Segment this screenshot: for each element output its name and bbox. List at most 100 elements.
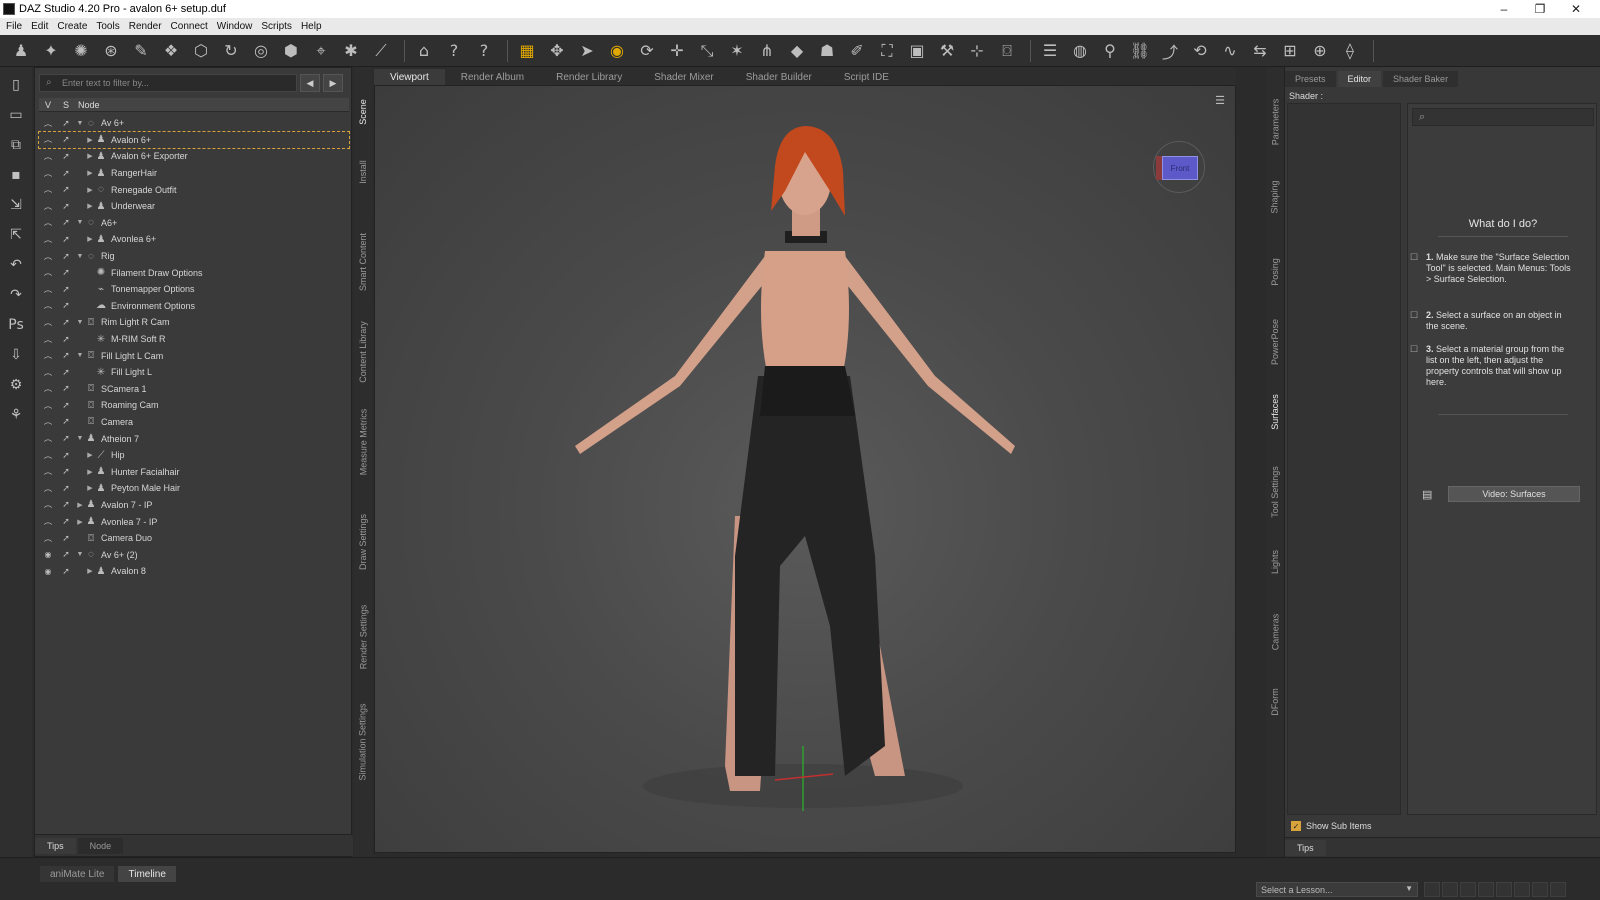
redo-icon[interactable]: ↷ — [4, 283, 28, 307]
node-icon[interactable]: ⋔ — [754, 38, 780, 64]
eye-closed-icon[interactable]: ︵ — [41, 433, 55, 444]
expand-down-icon[interactable]: ▼ — [76, 435, 84, 442]
scene-node-row[interactable]: ︵ ➚ ⌁ Tonemapper Options — [39, 281, 349, 298]
tab-node[interactable]: Node — [77, 837, 124, 854]
nav-forward-button[interactable]: ▶ — [323, 74, 343, 92]
lesson-step-button[interactable] — [1550, 882, 1566, 897]
joint-toggle-icon[interactable]: ⟠ — [1337, 38, 1363, 64]
tab-render-library[interactable]: Render Library — [540, 69, 638, 85]
scene-node-row[interactable]: ︵ ➚ ☁ Environment Options — [39, 298, 349, 315]
scale-icon[interactable]: ⤡ — [694, 38, 720, 64]
menu-connect[interactable]: Connect — [171, 21, 208, 32]
selectable-arrow-icon[interactable]: ➚ — [58, 334, 74, 345]
expand-right-icon[interactable]: ▶ — [86, 186, 94, 194]
tab-timeline[interactable]: Timeline — [118, 866, 176, 882]
open-icon[interactable]: ▭ — [4, 103, 28, 127]
scene-node-row[interactable]: ︵ ➚ ▶ ⟋ Hip — [39, 447, 349, 464]
expand-right-icon[interactable]: ▶ — [86, 202, 94, 210]
home-icon[interactable]: ⌂ — [411, 38, 437, 64]
scene-node-row[interactable]: ︵ ➚ ✺ Filament Draw Options — [39, 264, 349, 281]
scene-filter-input[interactable]: ⌕ Enter text to filter by... — [39, 74, 297, 92]
eye-closed-icon[interactable]: ︵ — [41, 383, 55, 394]
joint-icon[interactable]: ✦ — [38, 38, 64, 64]
scene-node-row[interactable]: ︵ ➚ ▶ ♟ Peyton Male Hair — [39, 480, 349, 497]
eye-closed-icon[interactable]: ︵ — [41, 466, 55, 477]
menu-edit[interactable]: Edit — [31, 21, 48, 32]
selectable-arrow-icon[interactable]: ➚ — [58, 134, 74, 145]
selectable-column-header[interactable]: S — [58, 100, 74, 110]
expand-down-icon[interactable]: ▼ — [76, 551, 84, 558]
photoshop-icon[interactable]: Ps — [4, 313, 28, 337]
align-icon[interactable]: ☰ — [1037, 38, 1063, 64]
eye-closed-icon[interactable]: ︵ — [41, 300, 55, 311]
joint-editor-icon[interactable]: ✶ — [724, 38, 750, 64]
groups-icon[interactable]: ⛶ — [874, 38, 900, 64]
vtab-render-settings[interactable]: Render Settings — [354, 592, 372, 682]
lasso-icon[interactable]: ∿ — [1217, 38, 1243, 64]
selectable-arrow-icon[interactable]: ➚ — [58, 151, 74, 162]
expand-down-icon[interactable]: ▼ — [76, 253, 84, 260]
expand-down-icon[interactable]: ▼ — [76, 120, 84, 127]
selectable-arrow-icon[interactable]: ➚ — [58, 383, 74, 394]
eye-closed-icon[interactable]: ︵ — [41, 134, 55, 145]
tab-shader-baker[interactable]: Shader Baker — [1383, 71, 1459, 87]
surface-list[interactable] — [1287, 103, 1401, 815]
whats-this-icon[interactable]: ? — [441, 38, 467, 64]
expand-right-icon[interactable]: ▶ — [86, 152, 94, 160]
eye-closed-icon[interactable]: ︵ — [41, 533, 55, 544]
selectable-arrow-icon[interactable]: ➚ — [58, 284, 74, 295]
menu-help[interactable]: Help — [301, 21, 322, 32]
close-button[interactable]: ✕ — [1558, 2, 1594, 16]
tab-tips[interactable]: Tips — [1285, 839, 1326, 856]
lesson-select[interactable]: Select a Lesson... ▼ — [1256, 882, 1418, 897]
scene-node-row[interactable]: ︵ ➚ ✳ M-RIM Soft R — [39, 331, 349, 348]
selectable-arrow-icon[interactable]: ➚ — [58, 300, 74, 311]
eye-closed-icon[interactable]: ︵ — [41, 317, 55, 328]
universal-icon[interactable]: ✥ — [544, 38, 570, 64]
select-region-icon[interactable]: ▦ — [514, 38, 540, 64]
selectable-arrow-icon[interactable]: ➚ — [58, 168, 74, 179]
vtab-measure-metrics[interactable]: Measure Metrics — [354, 397, 372, 487]
scene-node-row[interactable]: ︵ ➚ ▶ ♟ RangerHair — [39, 165, 349, 182]
bone-icon[interactable]: ⟋ — [368, 38, 394, 64]
tools-icon[interactable]: ⚒ — [934, 38, 960, 64]
expand-right-icon[interactable]: ▶ — [86, 468, 94, 476]
tab-render-album[interactable]: Render Album — [445, 69, 540, 85]
eye-closed-icon[interactable]: ︵ — [41, 334, 55, 345]
expand-right-icon[interactable]: ▶ — [86, 484, 94, 492]
vtab-simulation-settings[interactable]: Simulation Settings — [354, 697, 372, 787]
lesson-step-button[interactable] — [1442, 882, 1458, 897]
lesson-step-button[interactable] — [1424, 882, 1440, 897]
menu-scripts[interactable]: Scripts — [261, 21, 292, 32]
selectable-arrow-icon[interactable]: ➚ — [58, 367, 74, 378]
property-filter-input[interactable]: ⌕ — [1412, 108, 1594, 126]
pin-icon[interactable]: ◎ — [248, 38, 274, 64]
lesson-step-button[interactable] — [1514, 882, 1530, 897]
scene-node-row[interactable]: ︵ ➚ ▶ ♟ Underwear — [39, 198, 349, 215]
scene-node-row[interactable]: ◉ ➚ ▼ ◌ Av 6+ (2) — [39, 546, 349, 563]
scene-node-row[interactable]: ◉ ➚ ▶ ♟ Avalon 8 — [39, 563, 349, 580]
scene-node-row[interactable]: ︵ ➚ ▼ ⌼ Rim Light R Cam — [39, 314, 349, 331]
pose-figure-icon[interactable]: ⚘ — [4, 403, 28, 427]
eye-closed-icon[interactable]: ︵ — [41, 118, 55, 129]
selectable-arrow-icon[interactable]: ➚ — [58, 251, 74, 262]
geometry-tool-icon[interactable]: ◆ — [784, 38, 810, 64]
rotate-tool-icon[interactable]: ⟳ — [634, 38, 660, 64]
eye-icon[interactable]: ◉ — [41, 567, 55, 576]
tab-script-ide[interactable]: Script IDE — [828, 69, 905, 85]
lesson-step-button[interactable] — [1496, 882, 1512, 897]
scene-node-row[interactable]: ︵ ➚ ⌼ Roaming Cam — [39, 397, 349, 414]
scene-node-row[interactable]: ︵ ➚ ▼ ◌ Av 6+ — [39, 115, 349, 132]
twist-icon[interactable]: ⟲ — [1187, 38, 1213, 64]
eye-closed-icon[interactable]: ︵ — [41, 350, 55, 361]
expand-down-icon[interactable]: ▼ — [76, 352, 84, 359]
save-icon[interactable]: ▪ — [4, 163, 28, 187]
lesson-step-button[interactable] — [1460, 882, 1476, 897]
nav-back-button[interactable]: ◀ — [300, 74, 320, 92]
brush-icon[interactable]: ✎ — [128, 38, 154, 64]
link-icon[interactable]: ⛓ — [1127, 38, 1153, 64]
selectable-arrow-icon[interactable]: ➚ — [58, 400, 74, 411]
expand-right-icon[interactable]: ▶ — [86, 136, 94, 144]
new-icon[interactable]: ▯ — [4, 73, 28, 97]
selectable-arrow-icon[interactable]: ➚ — [58, 201, 74, 212]
